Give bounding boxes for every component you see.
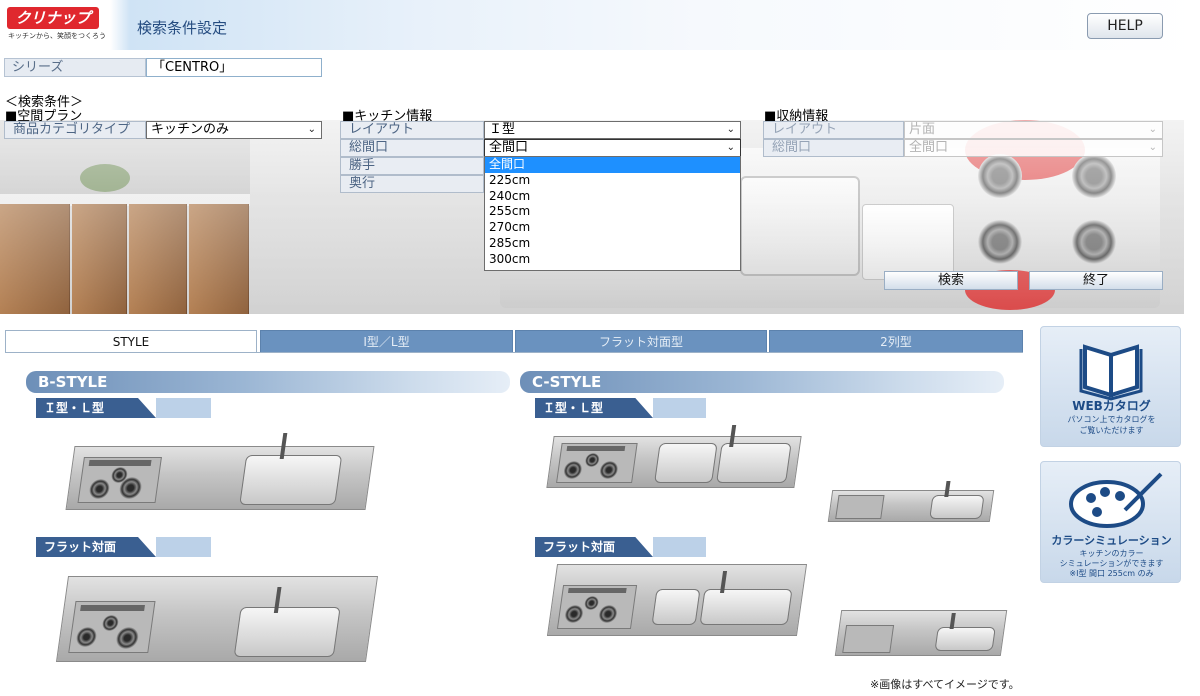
- web-catalog-panel[interactable]: WEBカタログ パソコン上でカタログを ご覧いただけます: [1040, 326, 1181, 447]
- kitchen-frontage-select[interactable]: 全間口 ⌄: [484, 139, 741, 157]
- tab-flat-facing[interactable]: フラット対面型: [515, 330, 767, 353]
- logo-wordmark: クリナップ: [7, 7, 99, 29]
- storage-frontage-value: 全間口: [909, 140, 949, 155]
- brand-logo[interactable]: クリナップ キッチンから、笑顔をつくろう: [5, 7, 106, 43]
- storage-frontage-select[interactable]: 全間口 ⌄: [904, 139, 1163, 157]
- series-value: 「CENTRO」: [146, 58, 322, 77]
- storage-frontage-label: 総間口: [763, 139, 904, 157]
- frontage-option[interactable]: 285cm: [485, 236, 740, 252]
- tab-style[interactable]: STYLE: [5, 330, 257, 353]
- palette-icon: [1069, 472, 1163, 528]
- color-simulation-title: カラーシミュレーション: [1051, 534, 1172, 547]
- color-simulation-sub2: シミュレーションができます: [1059, 559, 1164, 568]
- b-style-flat-subheading: フラット対面: [36, 537, 211, 557]
- kitchen-frontage-value: 全間口: [489, 140, 529, 155]
- series-label: シリーズ: [4, 58, 146, 77]
- exit-button[interactable]: 終了: [1029, 271, 1163, 290]
- kitchen-hand-label: 勝手: [340, 157, 484, 175]
- style-tabs: STYLE I型／L型 フラット対面型 2列型: [5, 330, 1023, 353]
- kitchen-depth-label: 奥行: [340, 175, 484, 193]
- search-button[interactable]: 検索: [884, 271, 1018, 290]
- frontage-option[interactable]: 全間口: [485, 157, 740, 173]
- chevron-down-icon: ⌄: [1148, 142, 1157, 153]
- book-icon: [1079, 344, 1143, 401]
- category-type-label: 商品カテゴリタイプ: [4, 121, 146, 139]
- tab-divider: [5, 352, 1023, 353]
- help-button[interactable]: HELP: [1087, 13, 1163, 39]
- header-bar: クリナップ キッチンから、笑顔をつくろう 検索条件設定 HELP: [0, 0, 1200, 50]
- c-style-flat-small-image[interactable]: [834, 610, 1008, 656]
- chevron-down-icon: ⌄: [726, 142, 735, 153]
- kitchen-layout-label: レイアウト: [340, 121, 484, 139]
- color-simulation-panel[interactable]: カラーシミュレーション キッチンのカラー シミュレーションができます ※I型 間…: [1040, 461, 1181, 583]
- frontage-dropdown-list[interactable]: 全間口 225cm 240cm 255cm 270cm 285cm 300cm: [484, 156, 741, 271]
- logo-tagline: キッチンから、笑顔をつくろう: [8, 32, 106, 40]
- color-simulation-sub3: ※I型 間口 255cm のみ: [1069, 569, 1154, 578]
- b-style-i-type-image[interactable]: [65, 433, 375, 510]
- storage-layout-value: 片面: [909, 122, 936, 137]
- kitchen-frontage-label: 総間口: [340, 139, 484, 157]
- storage-layout-label: レイアウト: [763, 121, 904, 139]
- tab-i-l-type[interactable]: I型／L型: [260, 330, 513, 353]
- tab-two-row[interactable]: 2列型: [769, 330, 1023, 353]
- category-type-select[interactable]: キッチンのみ ⌄: [146, 121, 322, 139]
- kitchen-layout-select[interactable]: Ｉ型 ⌄: [484, 121, 741, 139]
- color-simulation-sub1: キッチンのカラー: [1079, 549, 1144, 558]
- frontage-option[interactable]: 300cm: [485, 252, 740, 268]
- c-style-i-type-small-image[interactable]: [827, 481, 995, 522]
- page-title: 検索条件設定: [137, 19, 228, 37]
- chevron-down-icon: ⌄: [726, 124, 735, 135]
- frontage-option[interactable]: 255cm: [485, 204, 740, 220]
- c-style-heading: C-STYLE: [520, 371, 1004, 393]
- frontage-option[interactable]: 240cm: [485, 189, 740, 205]
- c-style-flat-subheading: フラット対面: [535, 537, 706, 557]
- frontage-option[interactable]: 225cm: [485, 173, 740, 189]
- frontage-option[interactable]: 270cm: [485, 220, 740, 236]
- b-style-heading: B-STYLE: [26, 371, 510, 393]
- kitchen-layout-value: Ｉ型: [489, 122, 516, 137]
- storage-layout-select[interactable]: 片面 ⌄: [904, 121, 1163, 139]
- chevron-down-icon: ⌄: [307, 124, 316, 135]
- c-style-i-type-image[interactable]: [546, 425, 802, 488]
- image-disclaimer: ※画像はすべてイメージです。: [870, 678, 1020, 691]
- b-style-flat-image[interactable]: [55, 576, 379, 662]
- web-catalog-sub1: パソコン上でカタログを: [1067, 415, 1156, 424]
- chevron-down-icon: ⌄: [1148, 124, 1157, 135]
- category-type-value: キッチンのみ: [151, 122, 230, 137]
- web-catalog-title: WEBカタログ: [1072, 399, 1151, 413]
- web-catalog-sub2: ご覧いただけます: [1079, 426, 1144, 435]
- b-style-i-l-subheading: Ｉ型・Ｌ型: [36, 398, 211, 418]
- c-style-flat-image[interactable]: [546, 564, 808, 636]
- c-style-i-l-subheading: Ｉ型・Ｌ型: [535, 398, 706, 418]
